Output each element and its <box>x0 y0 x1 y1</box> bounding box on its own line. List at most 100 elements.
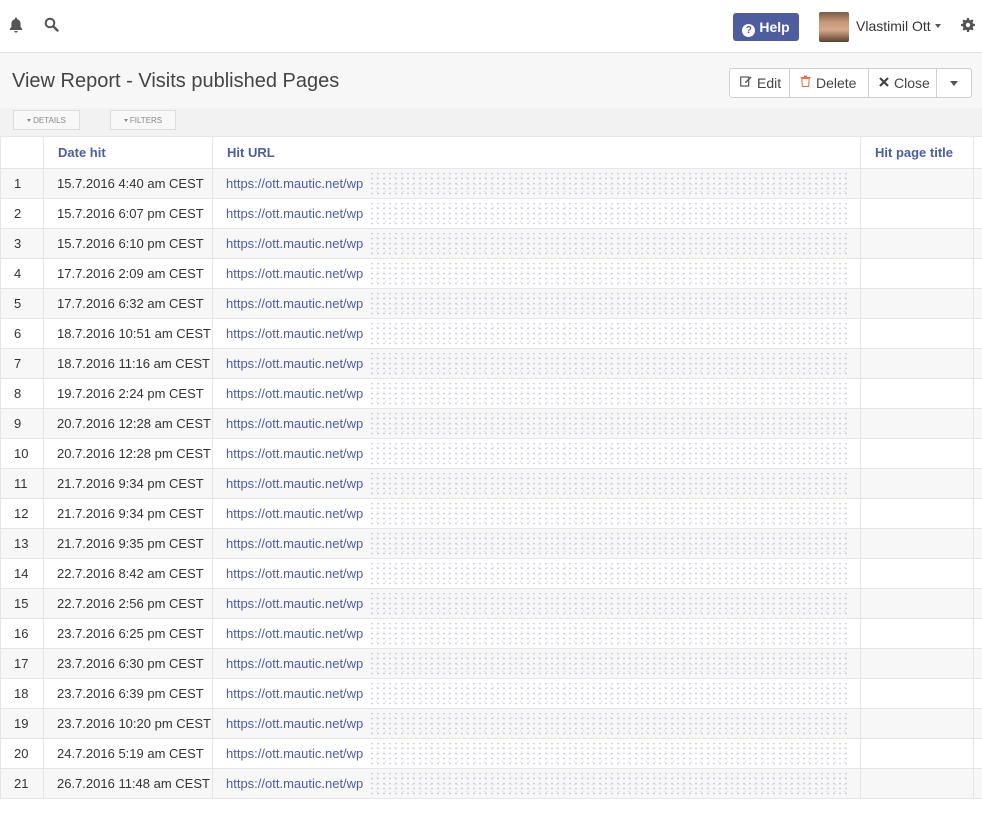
hit-url-link[interactable]: https://ott.mautic.net/wp <box>226 476 363 491</box>
hit-url-link[interactable]: https://ott.mautic.net/wp <box>226 716 363 731</box>
hit-url-link[interactable]: https://ott.mautic.net/wp <box>226 356 363 371</box>
avatar[interactable] <box>819 12 849 42</box>
help-button[interactable]: ? Help <box>733 13 799 41</box>
page-title: View Report - Visits published Pages <box>12 70 340 92</box>
redacted-url-area <box>369 743 849 765</box>
hit-url-cell[interactable]: https://ott.mautic.net/wp <box>212 168 861 199</box>
hit-page-title-cell <box>860 228 974 259</box>
overflow-cell <box>973 588 982 619</box>
hit-url-link[interactable]: https://ott.mautic.net/wp <box>226 206 363 221</box>
overflow-cell <box>973 678 982 709</box>
close-button[interactable]: Close <box>869 69 937 97</box>
overflow-cell <box>973 708 982 739</box>
hit-url-cell[interactable]: https://ott.mautic.net/wp <box>212 648 861 679</box>
redacted-url-area <box>369 413 849 435</box>
date-hit-header[interactable]: Date hit <box>43 136 213 169</box>
hit-url-link[interactable]: https://ott.mautic.net/wp <box>226 296 363 311</box>
more-actions-button[interactable] <box>937 69 971 97</box>
tab-filters-label: Filters <box>129 116 163 125</box>
overflow-cell <box>973 168 982 199</box>
date-hit-cell: 15.7.2016 4:40 am CEST <box>43 168 213 199</box>
hit-url-header[interactable]: Hit URL <box>212 136 861 169</box>
redacted-url-area <box>369 473 849 495</box>
row-number: 15 <box>0 588 44 619</box>
hit-url-link[interactable]: https://ott.mautic.net/wp <box>226 566 363 581</box>
hit-url-link[interactable]: https://ott.mautic.net/wp <box>226 176 363 191</box>
tab-details[interactable]: Details <box>13 110 80 130</box>
hit-url-cell[interactable]: https://ott.mautic.net/wp <box>212 708 861 739</box>
row-number: 7 <box>0 348 44 379</box>
report-table-container[interactable]: Date hit Hit URL Hit page title 1 15.7.20… <box>0 136 982 817</box>
hit-url-cell[interactable]: https://ott.mautic.net/wp <box>212 438 861 469</box>
redacted-url-area <box>369 773 849 795</box>
table-row: 20 24.7.2016 5:19 am CEST https://ott.maut… <box>0 738 982 769</box>
hit-url-cell[interactable]: https://ott.mautic.net/wp <box>212 618 861 649</box>
hit-url-cell[interactable]: https://ott.mautic.net/wp <box>212 528 861 559</box>
hit-url-cell[interactable]: https://ott.mautic.net/wp <box>212 588 861 619</box>
hit-url-cell[interactable]: https://ott.mautic.net/wp <box>212 228 861 259</box>
top-navbar: ? Help Vlastimil Ott <box>0 0 982 53</box>
hit-url-link[interactable]: https://ott.mautic.net/wp <box>226 236 363 251</box>
date-hit-cell: 20.7.2016 12:28 am CEST <box>43 408 213 439</box>
hit-url-cell[interactable]: https://ott.mautic.net/wp <box>212 378 861 409</box>
hit-url-cell[interactable]: https://ott.mautic.net/wp <box>212 498 861 529</box>
edit-label: Edit <box>757 75 782 91</box>
hit-url-cell[interactable]: https://ott.mautic.net/wp <box>212 738 861 769</box>
delete-button[interactable]: Delete <box>790 69 869 97</box>
overflow-cell <box>973 738 982 769</box>
row-number-header <box>0 136 44 169</box>
hit-page-title-cell <box>860 468 974 499</box>
hit-page-title-cell <box>860 408 974 439</box>
hit-url-cell[interactable]: https://ott.mautic.net/wp <box>212 558 861 589</box>
hit-url-link[interactable]: https://ott.mautic.net/wp <box>226 416 363 431</box>
row-number: 8 <box>0 378 44 409</box>
redacted-url-area <box>369 203 849 225</box>
hit-url-cell[interactable]: https://ott.mautic.net/wp <box>212 258 861 289</box>
table-row: 15 22.7.2016 2:56 pm CEST https://ott.maut… <box>0 588 982 619</box>
hit-url-cell[interactable]: https://ott.mautic.net/wp <box>212 348 861 379</box>
search-icon[interactable] <box>44 17 62 35</box>
hit-url-cell[interactable]: https://ott.mautic.net/wp <box>212 768 861 799</box>
chevron-down-icon <box>950 80 958 86</box>
hit-url-link[interactable]: https://ott.mautic.net/wp <box>226 446 363 461</box>
edit-button[interactable]: Edit <box>730 69 790 97</box>
row-number: 18 <box>0 678 44 709</box>
redacted-url-area <box>369 503 849 525</box>
hit-url-link[interactable]: https://ott.mautic.net/wp <box>226 536 363 551</box>
hit-page-title-header[interactable]: Hit page title <box>860 136 974 169</box>
page-header: View Report - Visits published Pages Edi… <box>0 53 982 109</box>
hit-url-link[interactable]: https://ott.mautic.net/wp <box>226 386 363 401</box>
hit-url-link[interactable]: https://ott.mautic.net/wp <box>226 776 363 791</box>
hit-url-cell[interactable]: https://ott.mautic.net/wp <box>212 198 861 229</box>
hit-url-link[interactable]: https://ott.mautic.net/wp <box>226 326 363 341</box>
hit-url-link[interactable]: https://ott.mautic.net/wp <box>226 686 363 701</box>
hit-url-link[interactable]: https://ott.mautic.net/wp <box>226 746 363 761</box>
redacted-url-area <box>369 173 849 195</box>
hit-url-link[interactable]: https://ott.mautic.net/wp <box>226 266 363 281</box>
redacted-url-area <box>369 353 849 375</box>
hit-url-link[interactable]: https://ott.mautic.net/wp <box>226 656 363 671</box>
hit-url-link[interactable]: https://ott.mautic.net/wp <box>226 506 363 521</box>
hit-url-cell[interactable]: https://ott.mautic.net/wp <box>212 318 861 349</box>
hit-url-link[interactable]: https://ott.mautic.net/wp <box>226 596 363 611</box>
date-hit-cell: 17.7.2016 2:09 am CEST <box>43 258 213 289</box>
bell-icon[interactable] <box>9 17 27 35</box>
hit-page-title-cell <box>860 528 974 559</box>
chevron-down-icon[interactable] <box>935 24 941 28</box>
date-hit-cell: 26.7.2016 11:48 am CEST <box>43 768 213 799</box>
date-hit-cell: 23.7.2016 6:39 pm CEST <box>43 678 213 709</box>
gear-icon[interactable] <box>961 18 975 32</box>
hit-url-cell[interactable]: https://ott.mautic.net/wp <box>212 288 861 319</box>
question-icon: ? <box>742 24 756 37</box>
hit-url-cell[interactable]: https://ott.mautic.net/wp <box>212 408 861 439</box>
tab-filters[interactable]: Filters <box>110 110 176 130</box>
hit-url-link[interactable]: https://ott.mautic.net/wp <box>226 626 363 641</box>
date-hit-cell: 20.7.2016 12:28 pm CEST <box>43 438 213 469</box>
table-row: 3 15.7.2016 6:10 pm CEST https://ott.mauti… <box>0 228 982 259</box>
table-row: 4 17.7.2016 2:09 am CEST https://ott.mauti… <box>0 258 982 289</box>
hit-url-cell[interactable]: https://ott.mautic.net/wp <box>212 678 861 709</box>
hit-url-cell[interactable]: https://ott.mautic.net/wp <box>212 468 861 499</box>
user-name[interactable]: Vlastimil Ott <box>856 18 931 34</box>
date-hit-cell: 22.7.2016 2:56 pm CEST <box>43 588 213 619</box>
hit-page-title-cell <box>860 348 974 379</box>
